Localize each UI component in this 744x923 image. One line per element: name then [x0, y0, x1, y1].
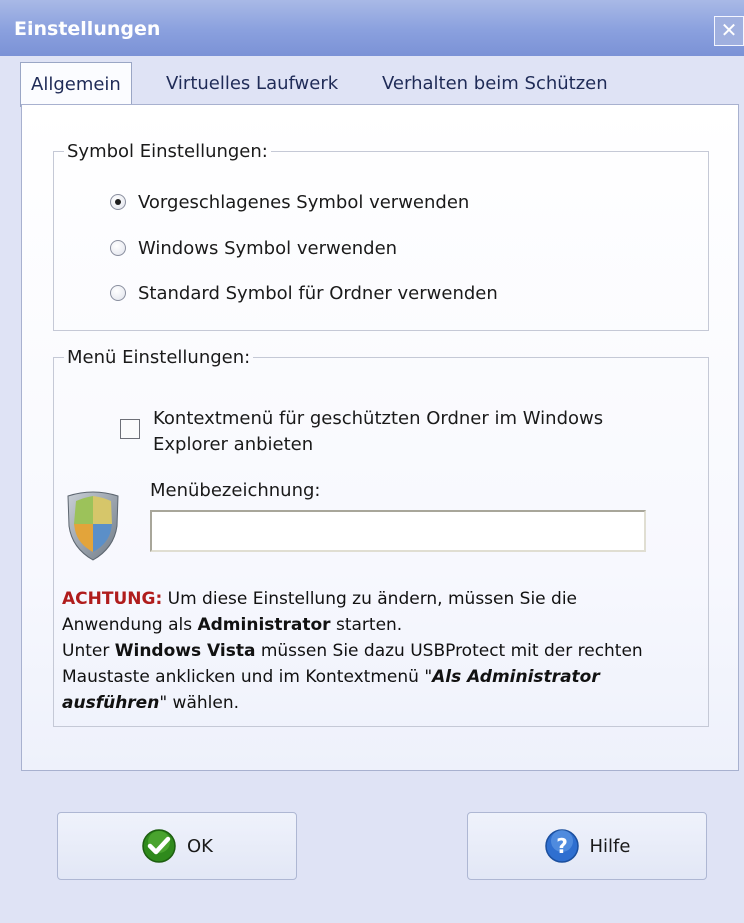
- context-menu-checkbox[interactable]: [120, 419, 140, 439]
- window-title: Einstellungen: [14, 18, 161, 40]
- tab-panel-allgemein: Symbol Einstellungen: Vorgeschlagenes Sy…: [21, 104, 739, 771]
- shield-icon: [67, 491, 119, 561]
- ok-button[interactable]: OK: [57, 812, 297, 880]
- context-menu-checkbox-label[interactable]: Kontextmenü für geschützten Ordner im Wi…: [153, 406, 673, 458]
- tab-verhalten-beim-schuetzen[interactable]: Verhalten beim Schützen: [382, 64, 608, 104]
- radio-label: Vorgeschlagenes Symbol verwenden: [138, 191, 470, 213]
- menu-name-input[interactable]: [150, 510, 646, 552]
- warning-bold-windows-vista: Windows Vista: [114, 641, 256, 661]
- tab-strip: Allgemein Virtuelles Laufwerk Verhalten …: [20, 62, 740, 107]
- warning-text: " wählen.: [159, 693, 239, 713]
- warning-bold-administrator: Administrator: [197, 615, 331, 635]
- warning-text: Unter: [62, 641, 115, 661]
- menu-name-label: Menübezeichnung:: [150, 480, 321, 501]
- close-icon: ✕: [720, 18, 738, 42]
- help-icon: ?: [544, 829, 579, 863]
- title-bar[interactable]: Einstellungen ✕: [0, 0, 744, 56]
- radio-windows-symbol[interactable]: Windows Symbol verwenden: [110, 235, 397, 261]
- tab-virtuelles-laufwerk[interactable]: Virtuelles Laufwerk: [166, 64, 338, 104]
- warning-label: ACHTUNG:: [62, 589, 163, 609]
- radio-button[interactable]: [110, 240, 126, 256]
- radio-standard-folder-symbol[interactable]: Standard Symbol für Ordner verwenden: [110, 280, 498, 306]
- menu-settings-group: Menü Einstellungen: Kontextmenü für gesc…: [53, 347, 709, 727]
- radio-button[interactable]: [110, 285, 126, 301]
- admin-warning-text: ACHTUNG: Um diese Einstellung zu ändern,…: [62, 586, 682, 716]
- check-icon: [142, 829, 176, 863]
- ok-button-label: OK: [187, 835, 213, 857]
- help-button[interactable]: ? Hilfe: [467, 812, 707, 880]
- menu-settings-legend: Menü Einstellungen:: [67, 347, 251, 368]
- radio-label: Standard Symbol für Ordner verwenden: [138, 282, 498, 304]
- svg-text:?: ?: [556, 834, 568, 858]
- warning-text: starten.: [330, 615, 403, 635]
- tab-allgemein[interactable]: Allgemein: [20, 62, 132, 107]
- settings-dialog: Einstellungen ✕ Allgemein Virtuelles Lau…: [0, 0, 744, 923]
- help-button-label: Hilfe: [589, 835, 631, 857]
- symbol-settings-group: Symbol Einstellungen: Vorgeschlagenes Sy…: [53, 141, 709, 331]
- close-button[interactable]: ✕: [714, 16, 744, 46]
- radio-button-checked[interactable]: [110, 194, 126, 210]
- radio-label: Windows Symbol verwenden: [138, 237, 398, 259]
- radio-suggested-symbol[interactable]: Vorgeschlagenes Symbol verwenden: [110, 189, 469, 215]
- symbol-settings-legend: Symbol Einstellungen:: [67, 141, 268, 162]
